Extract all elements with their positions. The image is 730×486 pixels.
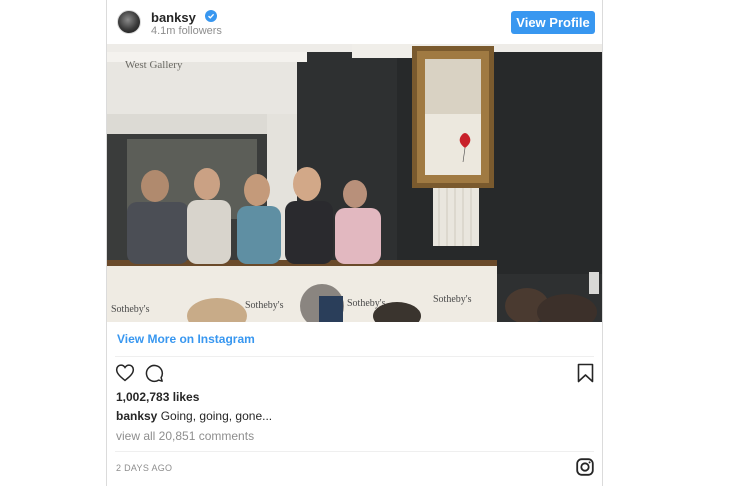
gallery-sign-text: West Gallery xyxy=(125,59,183,71)
view-profile-button[interactable]: View Profile xyxy=(511,11,595,34)
caption-username[interactable]: banksy xyxy=(116,409,157,423)
podium-logo: Sotheby's xyxy=(245,300,284,311)
bookmark-icon[interactable] xyxy=(577,363,594,388)
view-all-comments-link[interactable]: view all 20,851 comments xyxy=(116,429,254,443)
post-photo[interactable]: West Gallery Sotheby's Sotheby's Sotheby… xyxy=(107,44,602,322)
auction-scene-image: West Gallery Sotheby's Sotheby's Sotheby… xyxy=(107,44,602,322)
caption: banksy Going, going, gone... xyxy=(116,409,272,423)
username[interactable]: banksy xyxy=(151,10,196,25)
post-header: banksy 4.1m followers View Profile xyxy=(107,0,602,44)
podium-logo: Sotheby's xyxy=(111,304,150,315)
view-more-on-instagram-link[interactable]: View More on Instagram xyxy=(117,332,255,346)
heart-icon[interactable] xyxy=(115,363,135,387)
instagram-logo-icon[interactable] xyxy=(576,458,594,481)
divider xyxy=(115,451,594,452)
comment-icon[interactable] xyxy=(144,363,164,388)
divider xyxy=(115,356,594,357)
post-timestamp: 2 DAYS AGO xyxy=(116,463,173,473)
follower-count: 4.1m followers xyxy=(151,25,222,37)
avatar[interactable] xyxy=(117,10,141,34)
caption-text: Going, going, gone... xyxy=(160,409,273,423)
like-count: 1,002,783 likes xyxy=(116,390,200,404)
instagram-embed-card: banksy 4.1m followers View Profile West … xyxy=(106,0,603,486)
verified-badge-icon xyxy=(205,10,217,22)
podium-logo: Sotheby's xyxy=(433,294,472,305)
